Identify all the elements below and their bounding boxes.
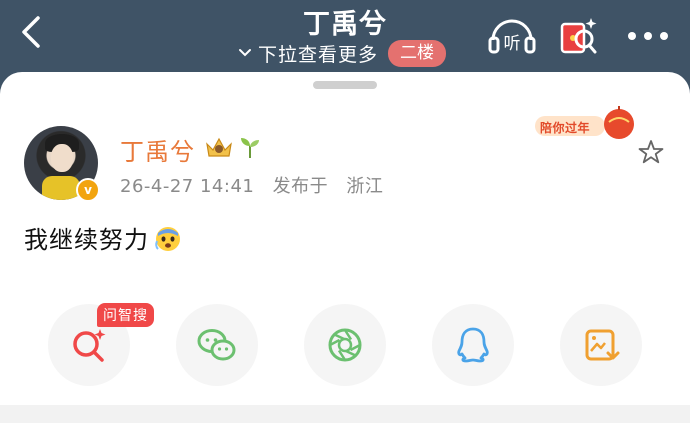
pull-down-label: 下拉查看更多 (258, 43, 379, 66)
listen-label: 听 (504, 34, 521, 54)
drag-handle[interactable] (313, 81, 377, 89)
bottom-strip (0, 405, 690, 423)
pull-down-more[interactable]: 下拉查看更多 二楼 (236, 38, 447, 68)
post-timestamp: 26-4-27 14:41 (120, 176, 255, 197)
post-meta: 26-4-27 14:41 发布于 浙江 (120, 172, 383, 198)
author-name[interactable]: 丁禹兮 (120, 132, 195, 167)
verified-badge-icon: v (76, 178, 100, 202)
sprout-badge-icon[interactable] (238, 134, 262, 160)
save-image-icon (585, 329, 620, 361)
save-image-button[interactable] (560, 304, 642, 386)
post-location: 浙江 (346, 176, 384, 197)
crown-badge-icon[interactable] (204, 134, 234, 160)
listen-icon[interactable]: 听 (487, 14, 537, 56)
post-card: v 丁禹兮 26-4-27 14:41 发布于 浙江 陪你过年 我继续努力 问智… (0, 72, 690, 423)
second-floor-badge[interactable]: 二楼 (388, 39, 447, 67)
share-moments-button[interactable] (304, 304, 386, 386)
ai-search-icon (73, 329, 106, 362)
chevron-down-icon (239, 49, 251, 57)
festival-badge: 陪你过年 (540, 121, 591, 135)
more-icon[interactable] (626, 30, 670, 42)
crying-face-emoji-icon (155, 226, 180, 251)
location-prefix: 发布于 (272, 176, 329, 197)
moments-icon (328, 328, 362, 362)
red-packet-search-icon[interactable] (557, 14, 601, 58)
qq-icon (457, 327, 489, 363)
wechat-icon (197, 329, 236, 361)
ai-search-tag: 问智搜 (97, 303, 154, 327)
star-icon[interactable] (637, 138, 665, 166)
post-content: 我继续努力 (24, 220, 183, 255)
share-wechat-button[interactable] (176, 304, 258, 386)
share-qq-button[interactable] (432, 304, 514, 386)
post-text: 我继续努力 (24, 226, 149, 254)
